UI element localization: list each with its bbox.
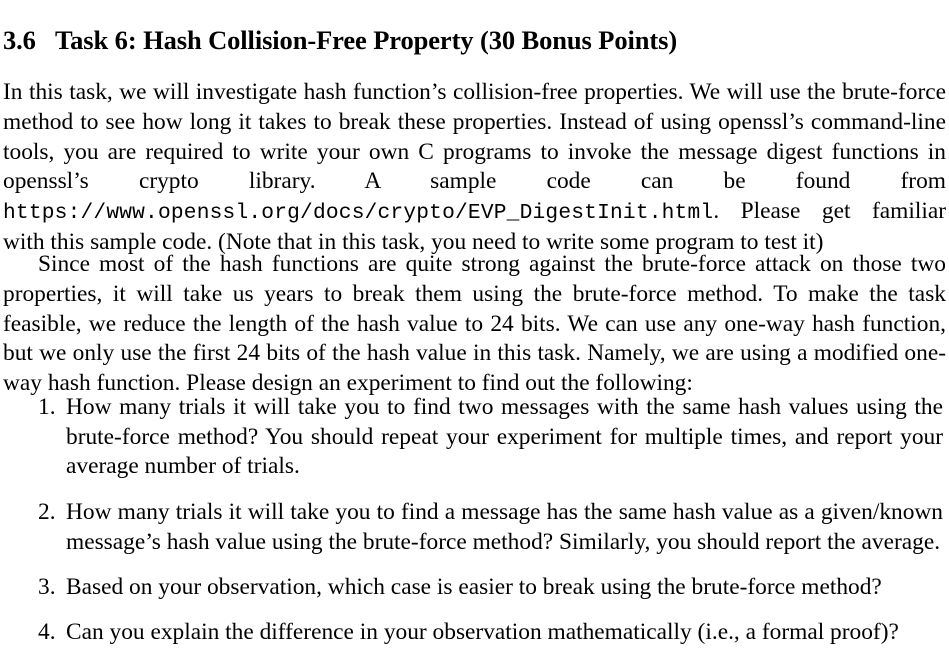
section-heading: 3.6 Task 6: Hash Collision-Free Property … [3,24,943,56]
paragraph-since: Since most of the hash functions are qui… [3,251,946,396]
paragraph-intro: In this task, we will investigate hash f… [3,78,946,258]
list-item-text: Can you explain the difference in your o… [66,619,899,645]
section-number: 3.6 [3,24,36,55]
document-page: 3.6 Task 6: Hash Collision-Free Property … [0,0,949,658]
list-item-text: How many trials it will take you to find… [66,394,943,480]
inline-text: In this task, we will investigate hash f… [3,79,946,195]
list-item-text: Based on your observation, which case is… [66,574,882,600]
list-item-marker: 1. [38,394,56,420]
list-item-marker: 3. [38,574,56,600]
section-title: Task 6: Hash Collision-Free Property (30… [55,24,678,55]
list-item-text: How many trials it will take you to find… [66,499,943,555]
list-item-marker: 4. [38,619,56,645]
list-item-marker: 2. [38,499,56,525]
inline-url: https://www.openssl.org/docs/crypto/EVP_… [3,200,714,225]
